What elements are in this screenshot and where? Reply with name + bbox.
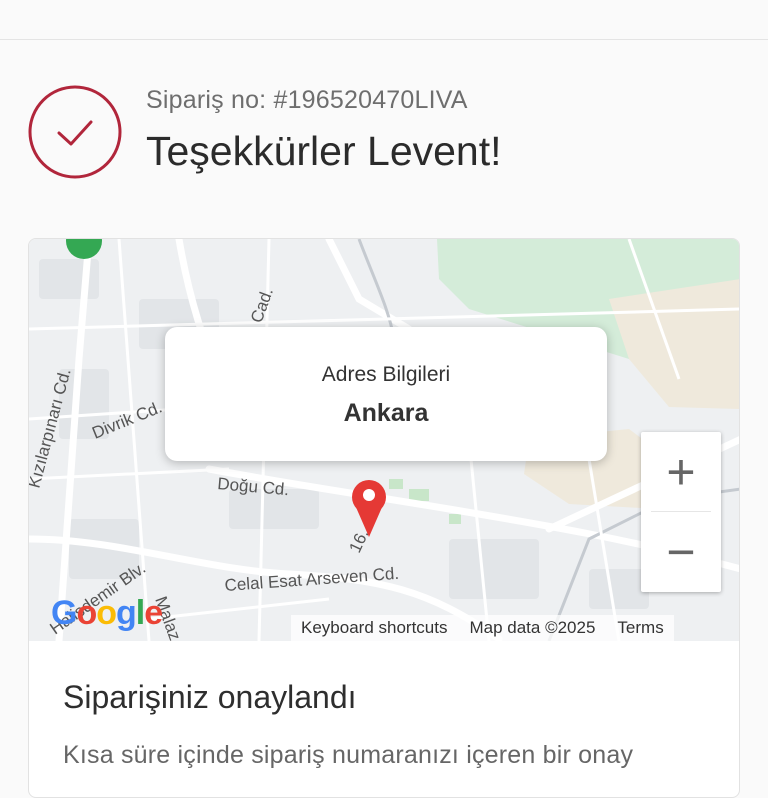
order-number: Sipariş no: #196520470LIVA bbox=[146, 86, 468, 114]
zoom-in-button[interactable]: + bbox=[641, 432, 721, 512]
terms-link[interactable]: Terms bbox=[617, 618, 663, 638]
map-view[interactable]: Kızılarpınarı Cd. Divrik Cd. Doğu Cd. Ce… bbox=[29, 239, 739, 641]
zoom-out-button[interactable]: − bbox=[641, 512, 721, 592]
map-footer: Keyboard shortcuts Map data ©2025 Terms bbox=[291, 615, 674, 641]
address-city: Ankara bbox=[343, 399, 429, 427]
map-data-text: Map data ©2025 bbox=[469, 618, 596, 637]
map-info-window: Adres Bilgileri Ankara bbox=[165, 327, 607, 461]
thank-you-heading: Teşekkürler Levent! bbox=[146, 128, 502, 174]
svg-text:Cad.: Cad. bbox=[247, 285, 277, 325]
zoom-controls: + − bbox=[641, 432, 721, 592]
google-logo[interactable]: Google bbox=[51, 594, 163, 633]
keyboard-shortcuts-link[interactable]: Keyboard shortcuts bbox=[301, 618, 447, 638]
success-check-icon bbox=[28, 85, 122, 179]
confirmation-title: Siparişiniz onaylandı bbox=[63, 679, 357, 715]
address-info-label: Adres Bilgileri bbox=[321, 363, 451, 386]
order-confirmation-card: Kızılarpınarı Cd. Divrik Cd. Doğu Cd. Ce… bbox=[28, 238, 740, 798]
top-bar bbox=[0, 0, 768, 40]
confirmation-text: Kısa süre içinde sipariş numaranızı içer… bbox=[63, 741, 634, 769]
